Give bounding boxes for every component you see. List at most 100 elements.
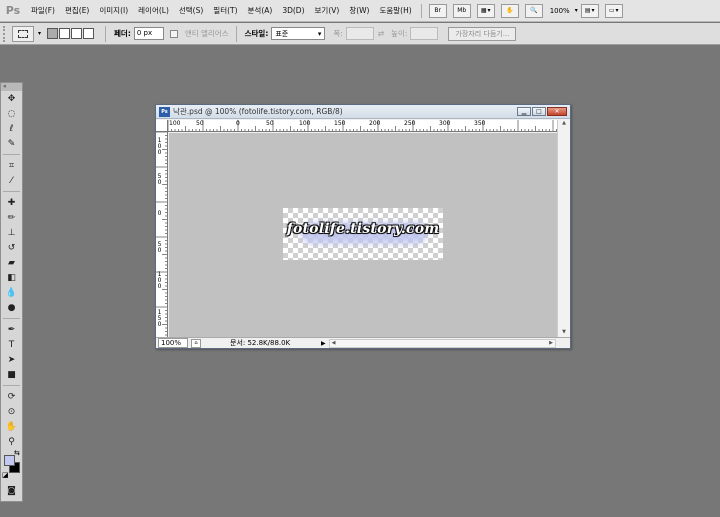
spot-healing-tool-icon[interactable]: ✚ <box>1 195 22 210</box>
menu-help[interactable]: 도움말(H) <box>374 5 416 16</box>
ruler-label: 0 <box>236 120 240 127</box>
blur-tool-icon[interactable]: 💧 <box>1 285 22 300</box>
history-brush-tool-icon[interactable]: ↺ <box>1 240 22 255</box>
menu-file[interactable]: 파일(F) <box>26 5 60 16</box>
3d-orbit-tool-icon[interactable]: ⊙ <box>1 404 22 419</box>
quick-mask-icon[interactable]: ◙ <box>1 483 22 498</box>
ruler-origin[interactable] <box>156 120 168 132</box>
ruler-label: 100 <box>157 271 162 290</box>
minimize-icon[interactable]: ▁ <box>517 107 531 116</box>
add-selection-icon[interactable] <box>59 28 71 39</box>
antialias-checkbox[interactable] <box>169 29 178 38</box>
ruler-label: 350 <box>474 120 486 127</box>
style-select[interactable]: 표준 ▾ <box>271 27 326 40</box>
close-icon[interactable]: ✕ <box>547 107 567 116</box>
selection-mode-group <box>47 28 95 39</box>
vertical-ruler-ticks <box>156 132 167 336</box>
move-tool-icon[interactable]: ✥ <box>1 91 22 106</box>
zoom-level[interactable]: 100% <box>550 7 570 15</box>
arrange-documents-button[interactable]: ▤ ▾ <box>580 3 599 18</box>
status-menu-icon[interactable]: ▶ <box>321 340 326 347</box>
document-window: Ps 낙관.psd @ 100% (fotolife.tistory.com, … <box>155 104 571 349</box>
divider <box>105 25 107 42</box>
maximize-icon[interactable]: □ <box>532 107 546 116</box>
eyedropper-tool-icon[interactable]: ⁄ <box>1 173 22 188</box>
tool-divider <box>3 188 20 192</box>
path-selection-tool-icon[interactable]: ➤ <box>1 352 22 367</box>
feather-label: 페더: <box>114 29 131 38</box>
menu-layer[interactable]: 레이어(L) <box>133 5 174 16</box>
scroll-down-icon[interactable]: ▼ <box>558 329 570 335</box>
horizontal-ruler[interactable]: 100 50 0 50 100 150 200 250 300 350 <box>168 120 557 132</box>
photoshop-doc-icon: Ps <box>159 106 170 117</box>
menu-select[interactable]: 선택(S) <box>174 5 208 16</box>
mini-bridge-button[interactable]: Mb <box>452 3 471 18</box>
marquee-tool-icon[interactable]: ◌ <box>1 106 22 121</box>
subtract-selection-icon[interactable] <box>71 28 83 39</box>
menu-filter[interactable]: 필터(T) <box>208 5 242 16</box>
ruler-label: 150 <box>157 309 162 328</box>
pen-tool-icon[interactable]: ✒ <box>1 322 22 337</box>
dodge-tool-icon[interactable]: ● <box>1 300 22 315</box>
document-title: 낙관.psd @ 100% (fotolife.tistory.com, RGB… <box>173 107 343 116</box>
scroll-left-icon[interactable]: ◀ <box>332 340 336 346</box>
3d-rotate-tool-icon[interactable]: ⟳ <box>1 389 22 404</box>
menu-view[interactable]: 보기(V) <box>310 5 345 16</box>
ruler-label: 50 <box>266 120 274 127</box>
swap-dimensions-icon[interactable]: ⇄ <box>378 29 384 38</box>
status-info-icon[interactable]: ⌂ <box>191 338 201 348</box>
quick-selection-tool-icon[interactable]: ✎ <box>1 136 22 151</box>
vertical-ruler[interactable]: 100 50 0 50 100 150 <box>156 132 168 337</box>
menu-bar: Ps 파일(F) 편집(E) 이미지(I) 레이어(L) 선택(S) 필터(T)… <box>0 0 720 22</box>
screen-mode-button[interactable]: ▭ ▾ <box>604 3 623 18</box>
feather-input[interactable]: 0 px <box>133 27 164 40</box>
lasso-tool-icon[interactable]: ℓ <box>1 121 22 136</box>
intersect-selection-icon[interactable] <box>83 28 95 39</box>
toolbox-collapse-icon[interactable]: « <box>1 83 22 91</box>
gradient-tool-icon[interactable]: ◧ <box>1 270 22 285</box>
extras-button[interactable]: ▦ ▾ <box>476 3 495 18</box>
refine-edge-button[interactable]: 가장자리 다듬기... <box>448 26 517 41</box>
shape-tool-icon[interactable]: ■ <box>1 367 22 382</box>
canvas-pasteboard[interactable]: fotolife.tistory.com <box>169 133 557 337</box>
zoom-field[interactable]: 100% <box>158 338 188 348</box>
bridge-button[interactable]: Br <box>428 3 447 18</box>
divider <box>235 25 237 42</box>
clone-stamp-tool-icon[interactable]: ⊥ <box>1 225 22 240</box>
document-size: 문서: 52.8K/88.0K <box>230 339 291 347</box>
chevron-down-icon[interactable]: ▾ <box>38 30 41 37</box>
ruler-label: 250 <box>404 120 416 127</box>
eraser-tool-icon[interactable]: ▰ <box>1 255 22 270</box>
default-colors-icon[interactable]: ◪ <box>2 471 9 479</box>
zoom-tool-icon[interactable]: 🔍 <box>524 3 543 18</box>
height-input[interactable] <box>410 27 439 40</box>
scroll-up-icon[interactable]: ▲ <box>558 120 570 126</box>
brush-tool-icon[interactable]: ✏ <box>1 210 22 225</box>
menu-image[interactable]: 이미지(I) <box>94 5 133 16</box>
chevron-down-icon[interactable]: ▾ <box>575 7 578 14</box>
options-grip[interactable] <box>3 25 9 42</box>
horizontal-scrollbar[interactable]: ◀ ▶ <box>328 338 556 348</box>
width-input[interactable] <box>345 27 374 40</box>
tool-preset-picker[interactable] <box>12 25 34 42</box>
menu-3d[interactable]: 3D(D) <box>277 6 309 15</box>
zoom-tool-icon[interactable]: ⚲ <box>1 434 22 449</box>
hand-icon[interactable]: ✋ <box>500 3 519 18</box>
menu-analysis[interactable]: 분석(A) <box>243 5 278 16</box>
type-tool-icon[interactable]: T <box>1 337 22 352</box>
hand-tool-icon[interactable]: ✋ <box>1 419 22 434</box>
new-selection-icon[interactable] <box>47 28 59 39</box>
ruler-label: 50 <box>157 241 162 254</box>
photoshop-logo: Ps <box>5 4 21 17</box>
scroll-right-icon[interactable]: ▶ <box>549 340 553 346</box>
menu-window[interactable]: 창(W) <box>344 5 374 16</box>
crop-tool-icon[interactable]: ⌗ <box>1 158 22 173</box>
foreground-color-swatch[interactable] <box>4 455 15 466</box>
ruler-label: 50 <box>196 120 204 127</box>
menu-edit[interactable]: 편집(E) <box>60 5 94 16</box>
ruler-label: 0 <box>157 210 162 217</box>
document-titlebar[interactable]: Ps 낙관.psd @ 100% (fotolife.tistory.com, … <box>156 105 570 119</box>
color-swatches: ⇆ ◪ <box>1 449 22 483</box>
vertical-scrollbar[interactable]: ▲ ▼ <box>557 120 570 337</box>
image-canvas[interactable]: fotolife.tistory.com <box>283 208 443 260</box>
